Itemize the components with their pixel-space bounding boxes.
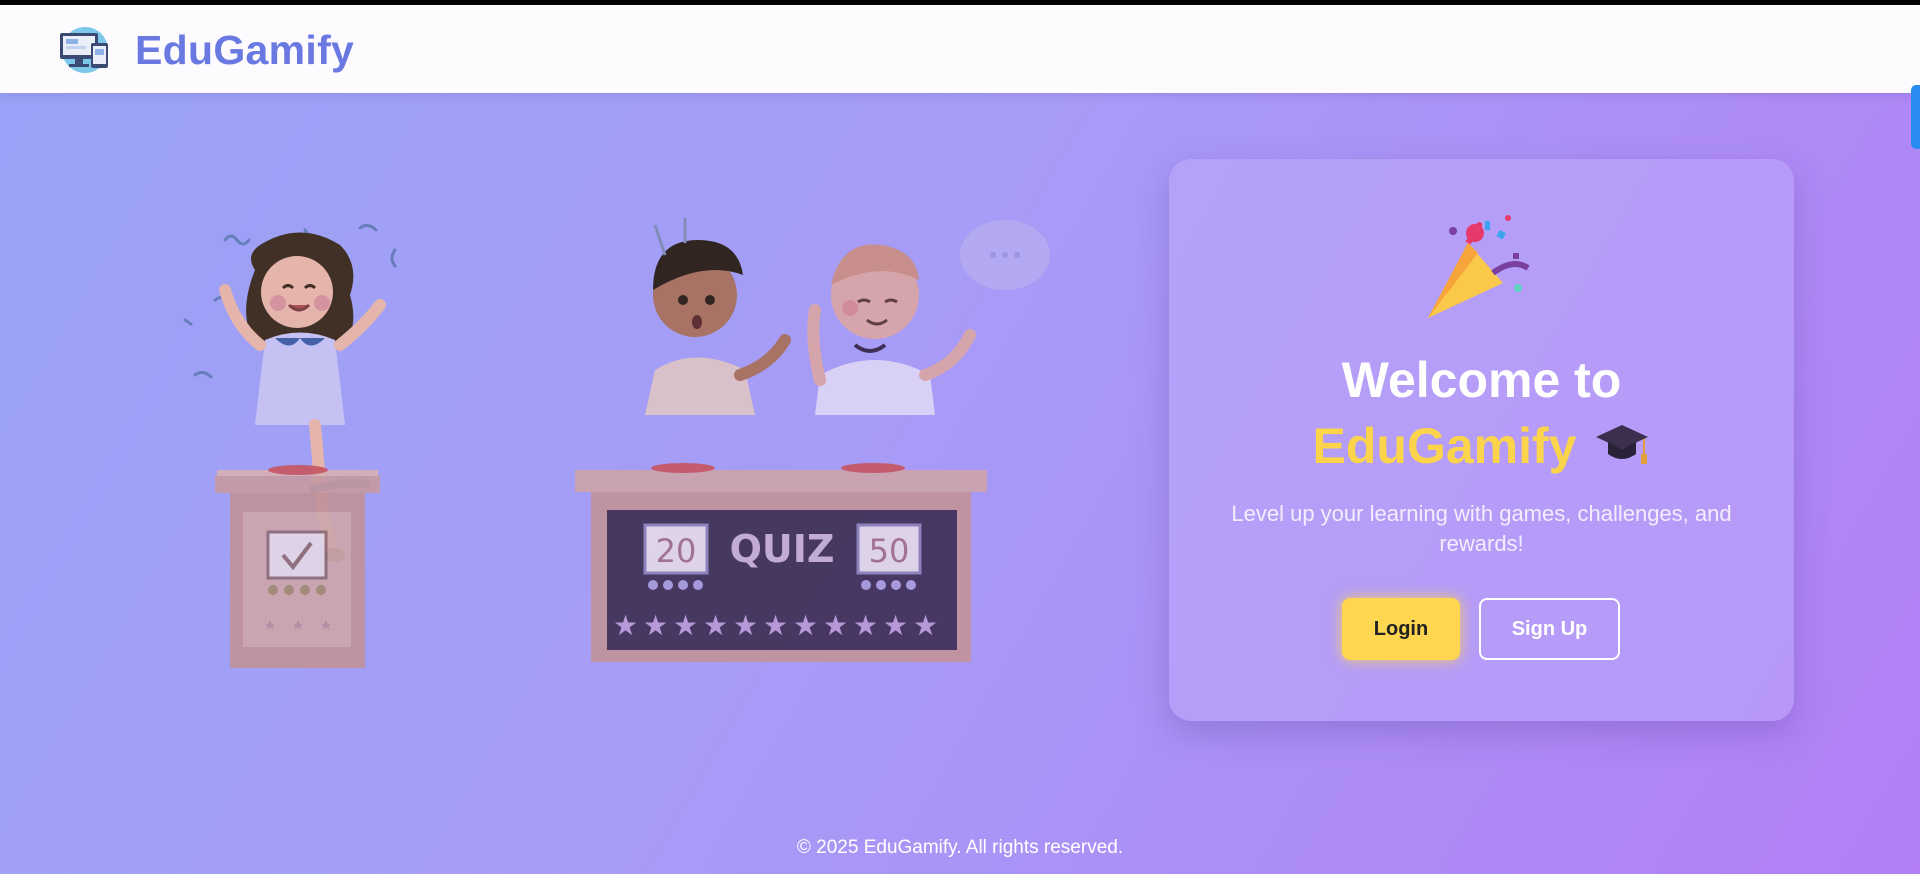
left-podium bbox=[215, 465, 380, 668]
welcome-brand: EduGamify bbox=[1312, 418, 1577, 474]
navbar: EduGamify bbox=[0, 5, 1920, 93]
svg-text:★: ★ bbox=[853, 609, 878, 642]
signup-button[interactable]: Sign Up bbox=[1479, 598, 1620, 660]
welcome-title: Welcome to bbox=[1341, 352, 1622, 408]
boy-figure bbox=[807, 220, 1050, 415]
svg-text:★: ★ bbox=[613, 609, 638, 642]
kids-quiz-show-illustration: 20 QUIZ 50 ★ ★ ★ ★ ★ ★ ★ ★ ★ ★ ★ bbox=[183, 218, 1050, 668]
svg-text:★: ★ bbox=[673, 609, 698, 642]
footer-copyright: © 2025 EduGamify. All rights reserved. bbox=[796, 837, 1124, 858]
side-feedback-tab[interactable] bbox=[1911, 85, 1920, 149]
graduation-cap-icon bbox=[1596, 425, 1649, 464]
tagline: Level up your learning with games, chall… bbox=[1231, 501, 1732, 556]
quiz-desk: 20 QUIZ 50 ★ ★ ★ ★ ★ ★ ★ ★ ★ ★ ★ bbox=[575, 463, 987, 662]
svg-text:★: ★ bbox=[733, 609, 758, 642]
welcome-card: Welcome to EduGamify Level up your learn… bbox=[1169, 159, 1794, 721]
party-popper-icon bbox=[1428, 215, 1530, 318]
boy-figure bbox=[645, 218, 791, 415]
svg-text:★: ★ bbox=[913, 609, 938, 642]
svg-text:★: ★ bbox=[763, 609, 788, 642]
welcome-brand-line: EduGamify bbox=[1169, 417, 1794, 475]
score-right: 50 bbox=[869, 532, 910, 570]
svg-text:★: ★ bbox=[823, 609, 848, 642]
score-left: 20 bbox=[656, 532, 697, 570]
svg-text:★: ★ bbox=[643, 609, 668, 642]
computer-devices-icon bbox=[60, 27, 108, 73]
svg-text:★: ★ bbox=[883, 609, 908, 642]
svg-text:★: ★ bbox=[793, 609, 818, 642]
brand-name[interactable]: EduGamify bbox=[135, 27, 354, 74]
quiz-label: QUIZ bbox=[730, 527, 835, 571]
svg-text:★: ★ bbox=[703, 609, 728, 642]
login-button[interactable]: Login bbox=[1342, 598, 1460, 660]
